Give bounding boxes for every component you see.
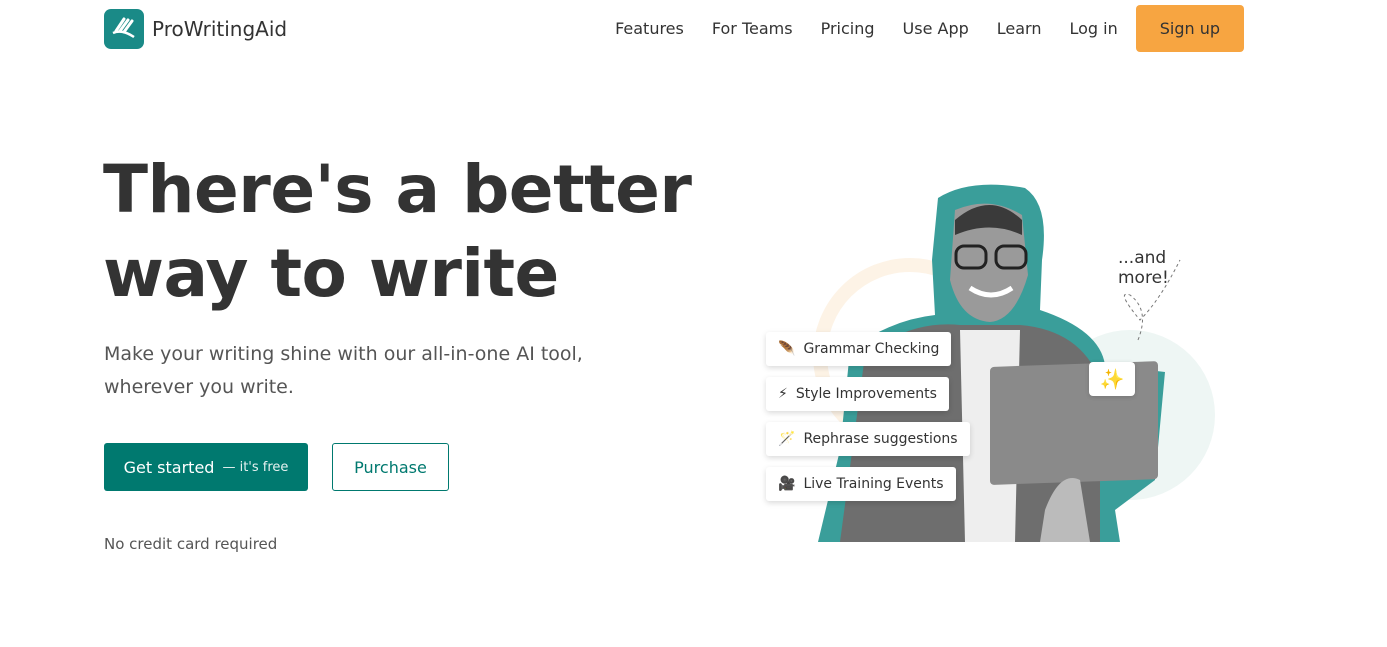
signup-button[interactable]: Sign up [1135, 5, 1244, 52]
purchase-button[interactable]: Purchase [332, 443, 449, 491]
brand-name: ProWritingAid [152, 17, 288, 41]
hero-illustration: ...and more! ✨ 🪶 Grammar Checking ⚡ Style … [760, 180, 1220, 545]
sparkle-icon: ✨ [1089, 362, 1135, 396]
magic-wand-icon: 🪄 [778, 431, 796, 447]
nav-features[interactable]: Features [615, 19, 684, 38]
logo-book-icon [104, 9, 144, 49]
lightning-icon: ⚡ [778, 386, 788, 402]
title-line-1: There's a better [103, 151, 692, 228]
nav-for-teams[interactable]: For Teams [712, 19, 793, 38]
hero-subtitle: Make your writing shine with our all-in-… [104, 343, 583, 398]
no-credit-card-note: No credit card required [104, 535, 278, 553]
nav-use-app[interactable]: Use App [903, 19, 969, 38]
feature-label: Grammar Checking [803, 341, 940, 357]
feature-rephrase-suggestions: 🪄 Rephrase suggestions [766, 422, 970, 456]
feature-live-training-events: 🎥 Live Training Events [766, 467, 956, 501]
nav-login[interactable]: Log in [1069, 19, 1117, 38]
feature-grammar-checking: 🪶 Grammar Checking [766, 332, 952, 366]
logo[interactable]: ProWritingAid [104, 9, 287, 49]
nav-pricing[interactable]: Pricing [821, 19, 875, 38]
and-more-label: ...and more! [1118, 248, 1169, 288]
get-started-button[interactable]: Get started — it's free [104, 443, 308, 491]
get-started-label: Get started [123, 457, 215, 477]
feature-style-improvements: ⚡ Style Improvements [766, 377, 949, 411]
feature-label: Style Improvements [795, 386, 937, 402]
feature-label: Rephrase suggestions [803, 431, 958, 447]
top-nav: Features For Teams Pricing Use App Learn… [615, 5, 1244, 52]
feature-label: Live Training Events [803, 476, 944, 492]
page-title: There's a better way to write [103, 148, 692, 316]
title-line-2: way to write [103, 235, 559, 312]
feather-icon: 🪶 [778, 341, 796, 357]
nav-learn[interactable]: Learn [997, 19, 1042, 38]
free-label: — it's free [222, 459, 289, 475]
video-camera-icon: 🎥 [778, 476, 796, 492]
